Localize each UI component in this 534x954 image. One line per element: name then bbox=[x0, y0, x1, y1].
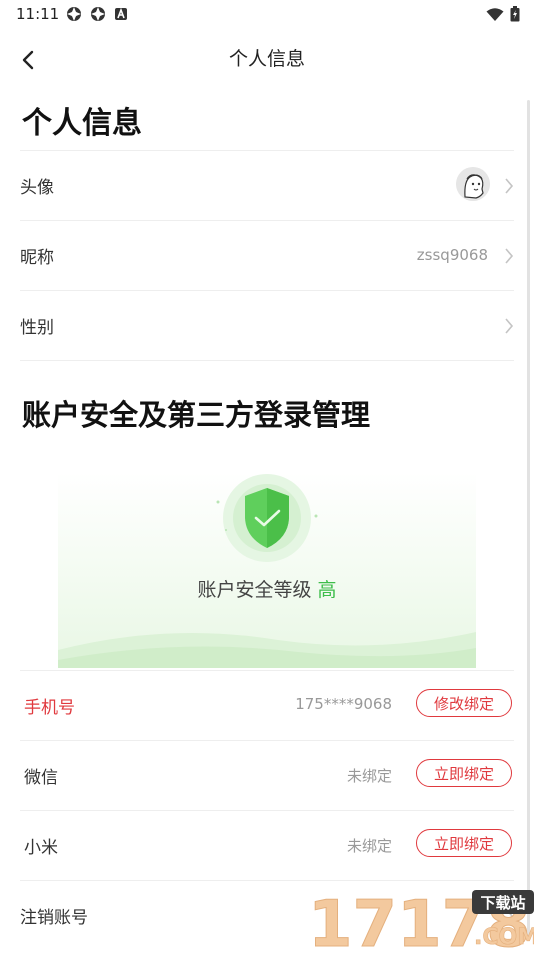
personal-info-heading: 个人信息 bbox=[22, 106, 142, 141]
bind-now-button[interactable]: 立即绑定 bbox=[416, 759, 512, 787]
phone-number-value: 175****9068 bbox=[295, 695, 392, 713]
chevron-right-icon bbox=[504, 317, 514, 335]
chevron-right-icon bbox=[504, 177, 514, 195]
bind-status: 未绑定 bbox=[346, 837, 392, 855]
xiaomi-binding-row: 小米 未绑定 立即绑定 bbox=[20, 810, 514, 881]
app-notification-icon bbox=[90, 6, 106, 22]
avatar-row[interactable]: 头像 bbox=[20, 150, 514, 221]
status-icons-right bbox=[486, 6, 520, 26]
nav-bar: 个人信息 bbox=[0, 36, 534, 80]
bind-label: 手机号 bbox=[24, 698, 75, 718]
watermark-domain: .COM bbox=[474, 925, 534, 950]
modify-binding-button[interactable]: 修改绑定 bbox=[416, 689, 512, 717]
security-level-value: 高 bbox=[317, 579, 337, 601]
scrollbar[interactable] bbox=[527, 100, 530, 940]
watermark-logo: 17178 下载站 .COM bbox=[308, 884, 534, 954]
security-card: 账户安全等级 高 bbox=[58, 472, 476, 668]
chevron-right-icon bbox=[504, 247, 514, 265]
status-time: 11:11 bbox=[16, 5, 60, 23]
watermark-tag: 下载站 bbox=[480, 894, 525, 912]
row-label: 头像 bbox=[20, 178, 54, 198]
android-notification-icon bbox=[114, 6, 130, 22]
nickname-value: zssq9068 bbox=[416, 246, 488, 264]
bind-now-button[interactable]: 立即绑定 bbox=[416, 829, 512, 857]
bind-label: 微信 bbox=[24, 768, 58, 788]
bind-status: 未绑定 bbox=[346, 767, 392, 785]
gender-row[interactable]: 性别 bbox=[20, 290, 514, 361]
page-title: 个人信息 bbox=[228, 48, 305, 70]
status-icons-left bbox=[66, 6, 130, 22]
row-label: 性别 bbox=[20, 318, 54, 338]
row-label: 昵称 bbox=[20, 248, 54, 268]
cartoon-avatar-icon bbox=[456, 167, 490, 201]
wifi-icon bbox=[486, 7, 504, 26]
divider bbox=[20, 360, 514, 361]
bind-label: 小米 bbox=[24, 838, 58, 858]
security-heading: 账户安全及第三方登录管理 bbox=[22, 398, 371, 432]
security-illustration bbox=[58, 474, 476, 668]
nickname-row[interactable]: 昵称 zssq9068 bbox=[20, 220, 514, 291]
app-notification-icon bbox=[66, 6, 82, 22]
row-label: 注销账号 bbox=[20, 908, 88, 928]
status-bar: 11:11 bbox=[0, 0, 534, 28]
wechat-binding-row: 微信 未绑定 立即绑定 bbox=[20, 740, 514, 811]
security-level-label: 账户安全等级 bbox=[197, 579, 312, 601]
security-level-text: 账户安全等级 高 bbox=[58, 575, 476, 602]
avatar bbox=[456, 167, 490, 201]
phone-binding-row: 手机号 175****9068 修改绑定 bbox=[20, 670, 514, 741]
battery-icon bbox=[510, 6, 520, 26]
